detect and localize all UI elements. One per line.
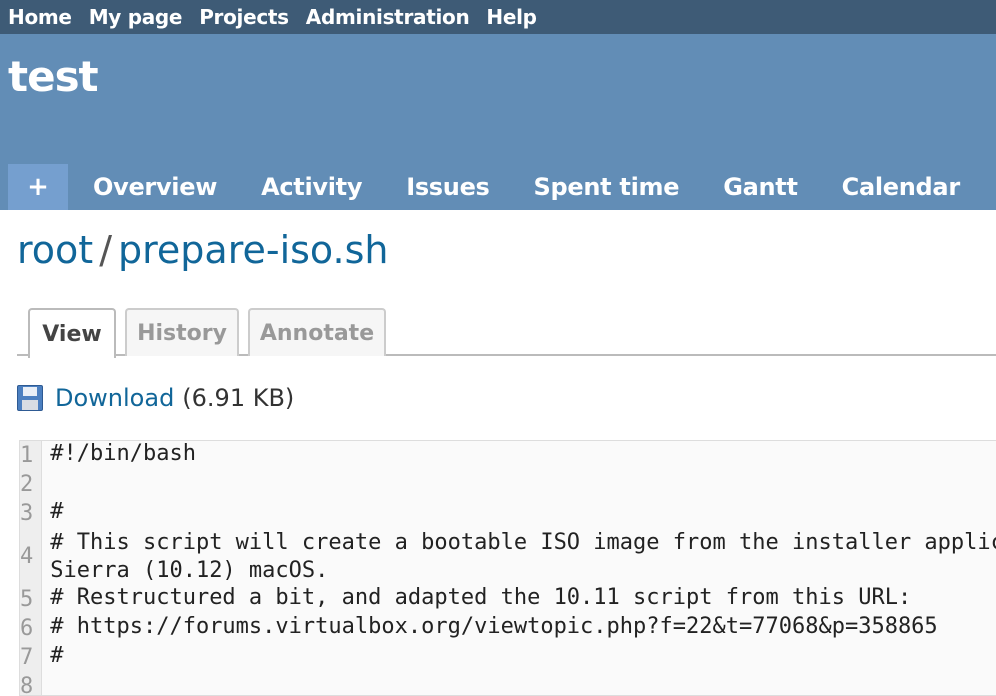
top-menu-administration[interactable]: Administration	[306, 5, 470, 29]
breadcrumb: root / prepare-iso.sh	[17, 228, 388, 272]
code-table: 1 #!/bin/bash 2 3 # 4 # This script will…	[20, 441, 996, 695]
top-menu-my-page[interactable]: My page	[89, 5, 183, 29]
breadcrumb-root-link[interactable]: root	[17, 228, 93, 272]
tab-spent-time[interactable]: Spent time	[534, 164, 680, 210]
project-title: test	[8, 52, 99, 101]
new-object-button[interactable]: +	[8, 164, 68, 210]
line-content	[42, 470, 996, 499]
line-number[interactable]: 1	[20, 441, 43, 470]
line-number[interactable]: 7	[20, 643, 43, 672]
line-content: # https://forums.virtualbox.org/viewtopi…	[50, 614, 938, 639]
line-number[interactable]: 3	[20, 499, 43, 528]
breadcrumb-separator: /	[99, 228, 112, 272]
file-size: (6.91 KB)	[182, 384, 295, 412]
tab-issues[interactable]: Issues	[406, 164, 490, 210]
code-line: 2	[20, 470, 996, 499]
line-number[interactable]: 6	[20, 614, 43, 643]
code-line: 5 # Restructured a bit, and adapted the …	[20, 585, 996, 614]
code-line: 8	[20, 672, 996, 695]
download-link[interactable]: Download	[55, 384, 174, 412]
breadcrumb-file-link[interactable]: prepare-iso.sh	[118, 228, 388, 272]
tab-history[interactable]: History	[125, 308, 239, 356]
tab-gantt[interactable]: Gantt	[723, 164, 798, 210]
line-content: #!/bin/bash	[50, 441, 196, 466]
download-row: Download (6.91 KB)	[17, 384, 294, 412]
top-menu-projects[interactable]: Projects	[199, 5, 289, 29]
code-line: 3 #	[20, 499, 996, 528]
tab-overview[interactable]: Overview	[93, 164, 217, 210]
code-view: 1 #!/bin/bash 2 3 # 4 # This script will…	[19, 440, 996, 696]
tab-activity[interactable]: Activity	[261, 164, 362, 210]
top-menu-help[interactable]: Help	[486, 5, 537, 29]
line-number[interactable]: 5	[20, 585, 43, 614]
tab-view[interactable]: View	[28, 308, 116, 358]
main-menu: + Overview Activity Issues Spent time Ga…	[8, 164, 979, 210]
line-content: #	[50, 643, 64, 668]
line-content: # Restructured a bit, and adapted the 10…	[50, 585, 912, 610]
tab-calendar[interactable]: Calendar	[842, 164, 961, 210]
line-content	[42, 672, 996, 695]
top-menu-home[interactable]: Home	[8, 5, 72, 29]
file-tabs: View History Annotate	[17, 308, 996, 358]
code-line: 7 #	[20, 643, 996, 672]
line-number[interactable]: 4	[20, 528, 43, 585]
code-line: 6 # https://forums.virtualbox.org/viewto…	[20, 614, 996, 643]
line-content: # This script will create a bootable ISO…	[50, 530, 996, 583]
top-menu: Home My page Projects Administration Hel…	[0, 0, 996, 34]
code-line: 4 # This script will create a bootable I…	[20, 528, 996, 585]
floppy-disk-icon	[17, 385, 43, 411]
tab-annotate[interactable]: Annotate	[248, 308, 386, 356]
project-header: test + Overview Activity Issues Spent ti…	[0, 34, 996, 210]
line-number[interactable]: 8	[20, 672, 43, 695]
line-number[interactable]: 2	[20, 470, 43, 499]
line-content: #	[50, 499, 64, 524]
code-line: 1 #!/bin/bash	[20, 441, 996, 470]
